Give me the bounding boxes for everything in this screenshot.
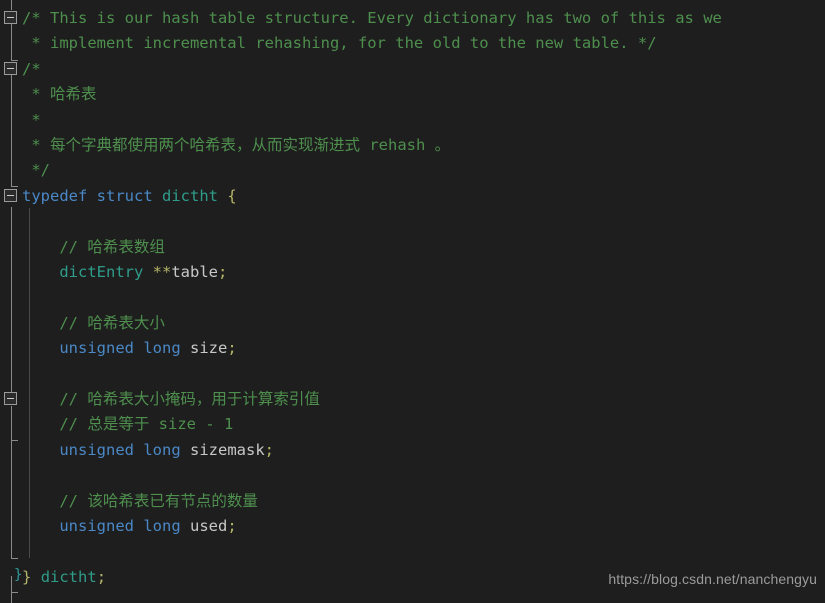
- fold-region-end-tick: [11, 592, 18, 593]
- code-token: ;: [227, 517, 237, 535]
- code-line[interactable]: // 哈希表数组: [0, 235, 165, 260]
- code-token: ;: [218, 263, 228, 281]
- code-token: size: [190, 339, 228, 358]
- code-line[interactable]: unsigned long used;: [0, 514, 237, 539]
- code-token: // 哈希表大小: [22, 313, 165, 332]
- code-token: * implement incremental rehashing, for t…: [22, 34, 657, 53]
- code-token: long: [143, 339, 181, 358]
- code-line[interactable]: typedef struct dictht {: [0, 184, 237, 209]
- code-token: unsigned: [59, 440, 134, 459]
- fold-collapse-icon[interactable]: [4, 188, 17, 202]
- code-token: sizemask: [190, 440, 265, 459]
- fold-region-line: [11, 207, 12, 393]
- code-line[interactable]: * 每个字典都使用两个哈希表，从而实现渐进式 rehash 。: [0, 133, 450, 158]
- code-line[interactable]: unsigned long sizemask;: [0, 438, 274, 463]
- fold-region-line: [11, 0, 12, 10]
- fold-region-end-tick: [11, 60, 18, 61]
- code-token: /*: [22, 59, 41, 78]
- code-token: // 该哈希表已有节点的数量: [22, 491, 258, 510]
- code-token: struct: [96, 186, 153, 205]
- fold-region-line: [11, 22, 12, 60]
- code-line[interactable]: /* This is our hash table structure. Eve…: [0, 6, 722, 31]
- fold-region-end-tick: [11, 558, 18, 559]
- code-line[interactable]: // 哈希表大小掩码，用于计算索引值: [0, 387, 320, 412]
- code-token: *: [22, 110, 41, 129]
- matching-brace-marker: }: [14, 567, 23, 583]
- code-token: // 总是等于 size - 1: [22, 415, 234, 434]
- fold-collapse-icon[interactable]: [4, 11, 17, 24]
- code-line[interactable]: * implement incremental rehashing, for t…: [0, 31, 657, 56]
- code-token: unsigned: [59, 339, 134, 358]
- fold-collapse-icon[interactable]: [4, 61, 17, 75]
- code-token: */: [22, 161, 50, 180]
- code-token: // 哈希表数组: [22, 237, 165, 256]
- code-token: dictht: [162, 186, 219, 205]
- code-token: // 哈希表大小掩码，用于计算索引值: [22, 390, 320, 408]
- code-token: used: [190, 517, 228, 535]
- fold-collapse-icon[interactable]: [4, 392, 17, 405]
- code-token: unsigned: [59, 517, 134, 535]
- fold-region-end-tick: [11, 186, 18, 187]
- code-token: dictEntry: [59, 263, 144, 281]
- code-token: ;: [96, 567, 107, 586]
- code-token: /* This is our hash table structure. Eve…: [22, 9, 722, 27]
- watermark-url: https://blog.csdn.net/nanchengyu: [608, 570, 817, 587]
- code-line[interactable]: unsigned long size;: [0, 336, 237, 361]
- code-token: ;: [264, 440, 274, 459]
- code-token: * 每个字典都使用两个哈希表，从而实现渐进式 rehash 。: [22, 136, 451, 154]
- code-line[interactable]: // 哈希表大小: [0, 311, 165, 336]
- code-line[interactable]: // 该哈希表已有节点的数量: [0, 489, 258, 514]
- code-line[interactable]: dictEntry **table;: [0, 260, 227, 285]
- code-token: {: [227, 186, 237, 205]
- editor-gutter[interactable]: }: [0, 0, 22, 603]
- code-token: long: [143, 440, 181, 459]
- code-token: long: [143, 517, 181, 535]
- code-editor[interactable]: } /* This is our hash table structure. E…: [0, 0, 825, 603]
- code-token: **: [152, 263, 172, 281]
- code-line[interactable]: // 总是等于 size - 1: [0, 412, 233, 437]
- code-token: * 哈希表: [22, 85, 97, 104]
- fold-region-end-tick: [11, 440, 18, 441]
- code-token: table: [171, 263, 219, 281]
- fold-region-line: [11, 73, 12, 187]
- code-token: }: [22, 567, 32, 586]
- code-content[interactable]: /* This is our hash table structure. Eve…: [0, 0, 825, 603]
- code-token: dictht: [40, 567, 97, 586]
- code-token: typedef: [22, 186, 88, 205]
- fold-region-line: [11, 576, 12, 603]
- fold-region-line: [11, 406, 12, 558]
- code-token: ;: [227, 339, 237, 358]
